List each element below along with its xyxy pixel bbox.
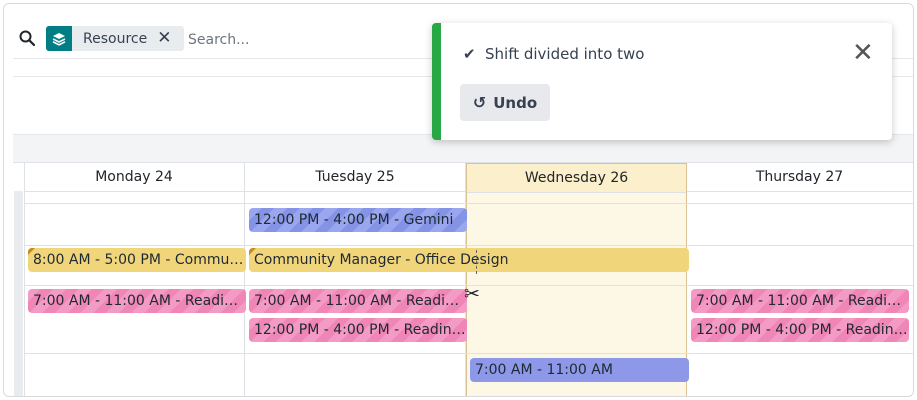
shift-label: Community Manager - Office Design bbox=[254, 252, 509, 268]
day-column-monday[interactable]: Monday 24 bbox=[24, 163, 245, 396]
shift-pill[interactable]: 8:00 AM - 5:00 PM - Community Manager bbox=[28, 248, 246, 272]
layers-icon bbox=[46, 26, 72, 51]
facet-remove-icon[interactable]: ✕ bbox=[157, 30, 171, 47]
pill-corner-marker bbox=[249, 248, 256, 255]
day-header: Thursday 27 bbox=[687, 163, 912, 192]
scissors-cursor-icon: ✂ bbox=[464, 283, 480, 305]
shift-pill[interactable]: Community Manager - Office Design bbox=[249, 248, 689, 272]
day-header: Tuesday 25 bbox=[245, 163, 465, 192]
shift-pill[interactable]: 7:00 AM - 11:00 AM - Readiness bbox=[28, 289, 246, 313]
search-facet-resource: Resource ✕ bbox=[46, 26, 184, 51]
facet-label: Resource bbox=[83, 30, 148, 47]
shift-pill[interactable]: 7:00 AM - 11:00 AM - Readiness bbox=[249, 289, 467, 313]
day-column-tuesday[interactable]: Tuesday 25 bbox=[245, 163, 466, 396]
day-column-thursday[interactable]: Thursday 27 bbox=[687, 163, 912, 396]
check-icon: ✔ bbox=[463, 45, 476, 63]
split-indicator bbox=[476, 250, 478, 274]
shift-pill[interactable]: 12:00 PM - 4:00 PM - Gemini bbox=[249, 208, 467, 232]
undo-label: Undo bbox=[493, 93, 538, 112]
undo-button[interactable]: ↺ Undo bbox=[460, 84, 550, 121]
close-icon[interactable]: ✕ bbox=[852, 40, 874, 66]
row-divider bbox=[24, 245, 913, 246]
shift-pill[interactable]: 7:00 AM - 11:00 AM bbox=[470, 358, 689, 382]
shift-label: 8:00 AM - 5:00 PM - Community Manager bbox=[33, 252, 246, 268]
pill-corner-marker bbox=[28, 248, 35, 255]
undo-icon: ↺ bbox=[472, 93, 487, 112]
shift-pill[interactable]: 7:00 AM - 11:00 AM - Readiness bbox=[691, 289, 909, 313]
shift-pill[interactable]: 12:00 PM - 4:00 PM - Readiness bbox=[249, 318, 467, 342]
row-divider bbox=[24, 203, 913, 204]
row-divider bbox=[24, 353, 913, 354]
resource-strip bbox=[14, 191, 23, 396]
search-input[interactable] bbox=[186, 27, 430, 53]
search-icon[interactable] bbox=[19, 30, 35, 46]
day-header: Monday 24 bbox=[24, 163, 244, 192]
day-header: Wednesday 26 bbox=[467, 163, 686, 193]
notification-toast: ✔ Shift divided into two ✕ ↺ Undo bbox=[432, 23, 892, 140]
planning-view: Resource ✕ Monday 24 Tuesday 25 Wednesda… bbox=[3, 3, 914, 397]
calendar-grid: Monday 24 Tuesday 25 Wednesday 26 Thursd… bbox=[13, 162, 913, 396]
shift-pill[interactable]: 12:00 PM - 4:00 PM - Readiness bbox=[691, 318, 909, 342]
toast-message: Shift divided into two bbox=[485, 45, 645, 63]
